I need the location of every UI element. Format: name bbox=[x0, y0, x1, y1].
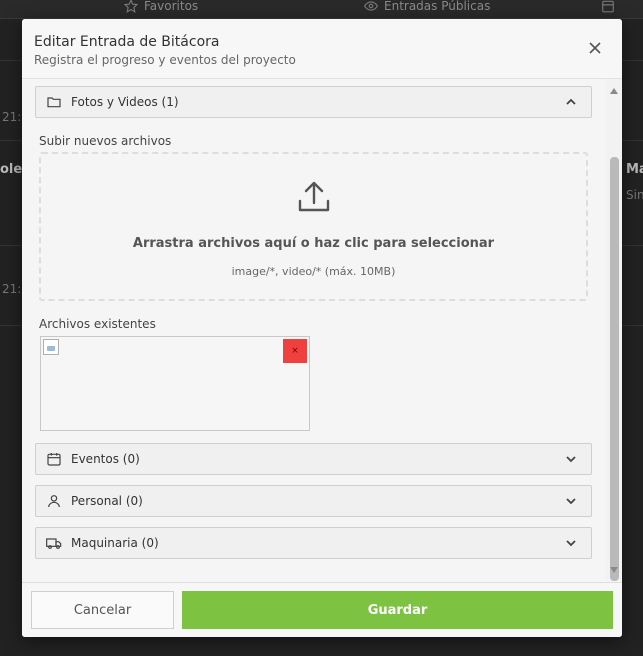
accordion-events[interactable]: Eventos (0) bbox=[35, 443, 592, 475]
save-button[interactable]: Guardar bbox=[182, 591, 613, 629]
bg-tab-calendar bbox=[601, 0, 615, 16]
chevron-down-icon bbox=[564, 452, 578, 466]
calendar-icon bbox=[602, 0, 614, 13]
scroll-down-icon[interactable] bbox=[609, 565, 619, 575]
scroll-up-icon[interactable] bbox=[609, 86, 619, 96]
dropzone-instructions: Arrastra archivos aquí o haz clic para s… bbox=[132, 236, 495, 251]
accordion-personnel[interactable]: Personal (0) bbox=[35, 485, 592, 517]
chevron-up-icon bbox=[564, 95, 578, 109]
dialog-subtitle: Registra el progreso y eventos del proye… bbox=[34, 53, 296, 67]
edit-log-entry-dialog: Editar Entrada de Bitácora Registra el p… bbox=[22, 19, 622, 637]
dropzone-file-types: image/*, video/* (máx. 10MB) bbox=[231, 265, 396, 278]
cancel-button[interactable]: Cancelar bbox=[31, 591, 174, 629]
calendar-icon bbox=[46, 451, 62, 467]
dialog-title: Editar Entrada de Bitácora bbox=[34, 34, 220, 50]
dialog-header: Editar Entrada de Bitácora Registra el p… bbox=[22, 19, 622, 79]
dialog-body: Fotos y Videos (1) Subir nuevos archivos… bbox=[22, 79, 622, 581]
truck-icon bbox=[46, 535, 62, 551]
scrollbar-thumb[interactable] bbox=[610, 157, 619, 581]
accordion-label: Eventos (0) bbox=[71, 452, 140, 466]
bg-word: Ma bbox=[626, 162, 643, 177]
user-icon bbox=[46, 493, 62, 509]
bg-tab-public-entries: Entradas Públicas bbox=[364, 0, 490, 16]
chevron-down-icon bbox=[564, 494, 578, 508]
upload-icon bbox=[298, 181, 330, 212]
close-icon[interactable] bbox=[588, 41, 602, 55]
file-dropzone[interactable]: Arrastra archivos aquí o haz clic para s… bbox=[39, 152, 588, 301]
delete-file-button[interactable]: × bbox=[283, 339, 307, 363]
upload-heading: Subir nuevos archivos bbox=[39, 134, 172, 148]
dialog-footer: Cancelar Guardar bbox=[22, 582, 622, 637]
dialog-scrollbar[interactable] bbox=[606, 79, 622, 581]
chevron-down-icon bbox=[564, 536, 578, 550]
eye-icon bbox=[364, 1, 378, 11]
bg-tab-label: Favoritos bbox=[144, 0, 199, 13]
existing-files-heading: Archivos existentes bbox=[39, 317, 156, 331]
star-icon bbox=[124, 0, 138, 13]
background-toolbar: Favoritos Entradas Públicas bbox=[0, 0, 643, 19]
accordion-label: Maquinaria (0) bbox=[71, 536, 159, 550]
existing-file-thumbnail[interactable]: × bbox=[40, 336, 310, 431]
accordion-machinery[interactable]: Maquinaria (0) bbox=[35, 527, 592, 559]
bg-tab-favorites: Favoritos bbox=[124, 0, 198, 16]
accordion-label: Personal (0) bbox=[71, 494, 143, 508]
bg-word: Sin bbox=[626, 188, 643, 202]
accordion-label: Fotos y Videos (1) bbox=[71, 95, 179, 109]
broken-image-icon bbox=[43, 339, 59, 355]
accordion-photos-videos[interactable]: Fotos y Videos (1) bbox=[35, 86, 592, 118]
folder-icon bbox=[46, 94, 62, 110]
bg-tab-label: Entradas Públicas bbox=[384, 0, 491, 13]
